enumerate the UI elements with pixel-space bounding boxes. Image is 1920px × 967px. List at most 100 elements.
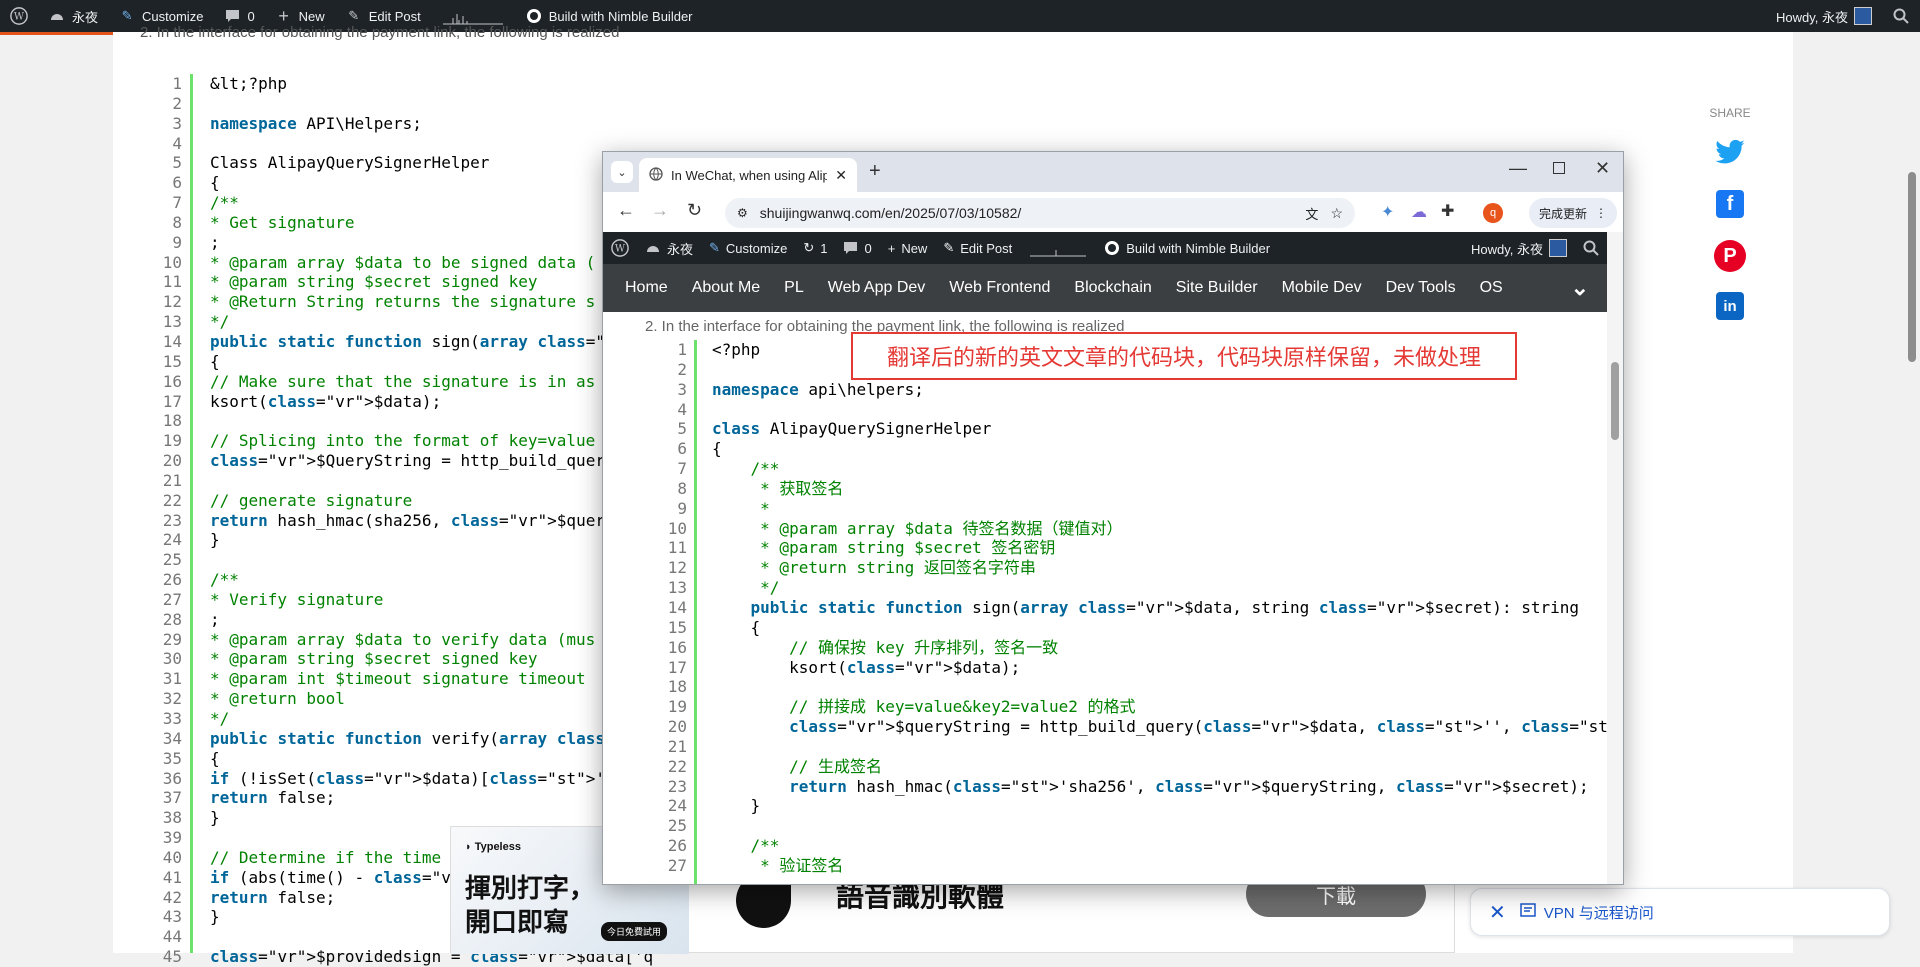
- page-scrollbar[interactable]: [1904, 32, 1920, 953]
- url-text[interactable]: shuijingwanwq.com/en/2025/07/03/10582/: [760, 205, 1022, 221]
- translate-icon[interactable]: 文: [1305, 204, 1318, 223]
- line-number: 24: [667, 796, 687, 816]
- new-tab-button[interactable]: +: [869, 160, 881, 183]
- nav-blockchain[interactable]: Blockchain: [1062, 279, 1163, 297]
- inner-scrollbar-thumb[interactable]: [1611, 362, 1619, 440]
- minimize-button[interactable]: —: [1509, 158, 1527, 179]
- ad-logo: ◗ Typeless: [465, 841, 521, 853]
- forward-button[interactable]: →: [651, 200, 669, 221]
- line-number: 6: [172, 173, 182, 193]
- extensions-button[interactable]: ✚: [1441, 201, 1454, 221]
- line-number: 4: [172, 133, 182, 153]
- tab-strip: ⌄ In WeChat, when using Alipa ✕ + — ✕: [603, 152, 1623, 192]
- line-number: 16: [162, 371, 182, 391]
- nav-expand-icon[interactable]: ⌄: [1571, 275, 1589, 301]
- inner-new-button[interactable]: + New: [880, 241, 936, 256]
- code-line: {: [712, 439, 722, 459]
- line-number: 7: [172, 193, 182, 213]
- tab-close-icon[interactable]: ✕: [835, 167, 847, 184]
- vpn-label[interactable]: VPN 与远程访问: [1544, 902, 1654, 923]
- site-name-button[interactable]: 永夜: [38, 0, 108, 32]
- inner-search-button[interactable]: [1575, 240, 1607, 256]
- nav-web-app-dev[interactable]: Web App Dev: [816, 279, 938, 297]
- inner-wp-logo-button[interactable]: W: [603, 239, 637, 257]
- tab-search-button[interactable]: ⌄: [611, 161, 633, 183]
- wordpress-icon: W: [611, 239, 629, 257]
- sparkline-icon: [1030, 250, 1087, 257]
- code-line: * 验证签名: [712, 855, 844, 875]
- share-label: SHARE: [1709, 106, 1751, 120]
- line-number: 25: [162, 550, 182, 570]
- nav-pl[interactable]: PL: [772, 279, 816, 297]
- line-number: 16: [667, 637, 687, 657]
- close-icon[interactable]: ✕: [1489, 900, 1506, 925]
- line-number: 38: [162, 808, 182, 828]
- line-number: 6: [677, 439, 687, 459]
- inner-customize-button[interactable]: ✎ Customize: [701, 240, 795, 256]
- inner-updates-button[interactable]: ↻ 1: [795, 240, 835, 256]
- wp-logo-button[interactable]: W: [0, 0, 38, 32]
- reload-icon: ↻: [687, 200, 703, 220]
- nav-about-me[interactable]: About Me: [680, 279, 772, 297]
- linkedin-share-button[interactable]: in: [1716, 292, 1744, 320]
- twitter-share-button[interactable]: [1713, 136, 1747, 170]
- inner-scrollbar[interactable]: [1607, 232, 1623, 884]
- line-number: 31: [162, 669, 182, 689]
- my-account-button[interactable]: Howdy, 永夜: [1766, 0, 1882, 32]
- line-number: 33: [162, 709, 182, 728]
- extension-2-button[interactable]: ☁: [1411, 202, 1427, 222]
- browser-tab[interactable]: In WeChat, when using Alipa ✕: [639, 158, 857, 192]
- profile-avatar[interactable]: q: [1483, 203, 1503, 223]
- line-number: 11: [667, 538, 687, 558]
- line-number: 12: [162, 292, 182, 312]
- nav-site-builder[interactable]: Site Builder: [1164, 279, 1270, 297]
- reload-button[interactable]: ↻: [687, 200, 702, 221]
- window-close-button[interactable]: ✕: [1595, 158, 1610, 179]
- inner-site-name-button[interactable]: 永夜: [637, 239, 701, 258]
- update-button[interactable]: 完成更新 ⋮: [1529, 198, 1617, 228]
- line-number: 26: [162, 570, 182, 590]
- line-number: 5: [172, 153, 182, 173]
- vpn-notification[interactable]: ✕ VPN 与远程访问: [1470, 888, 1890, 936]
- line-number: 7: [677, 459, 687, 479]
- inner-edit-post-button[interactable]: ✎ Edit Post: [935, 240, 1020, 256]
- nav-home[interactable]: Home: [603, 279, 680, 297]
- inner-comments-button[interactable]: 0: [835, 241, 879, 256]
- star-icon[interactable]: ☆: [1330, 205, 1343, 222]
- line-number: 45: [162, 947, 182, 967]
- code-line: * @param string $secret 签名密钥: [712, 538, 1056, 558]
- code-line: // 拼接成 key=value&key2=value2 的格式: [712, 697, 1136, 717]
- line-number: 37: [162, 788, 182, 808]
- nav-os[interactable]: OS: [1468, 279, 1515, 297]
- line-number: 43: [162, 907, 182, 927]
- svg-text:W: W: [615, 244, 626, 255]
- line-number: 32: [162, 689, 182, 709]
- annotation-callout: 翻译后的新的英文文章的代码块，代码块原样保留，未做处理: [851, 332, 1517, 380]
- line-number: 10: [162, 252, 182, 272]
- inner-my-account-button[interactable]: Howdy, 永夜: [1463, 239, 1575, 258]
- page-scrollbar-thumb[interactable]: [1908, 172, 1916, 362]
- avatar: [1549, 239, 1567, 257]
- line-number: 1: [677, 340, 687, 359]
- inner-stats-sparkline[interactable]: [1020, 239, 1096, 257]
- search-button[interactable]: [1882, 0, 1920, 32]
- line-number: 44: [162, 927, 182, 947]
- address-bar[interactable]: ⚙ shuijingwanwq.com/en/2025/07/03/10582/…: [725, 198, 1355, 228]
- sparkline-icon: [442, 14, 503, 25]
- back-button[interactable]: ←: [617, 200, 635, 221]
- site-info-icon[interactable]: ⚙: [737, 206, 748, 220]
- nav-mobile-dev[interactable]: Mobile Dev: [1270, 279, 1374, 297]
- line-number: 35: [162, 748, 182, 768]
- nav-web-frontend[interactable]: Web Frontend: [937, 279, 1062, 297]
- pinterest-share-button[interactable]: P: [1714, 240, 1746, 272]
- avatar: [1854, 7, 1872, 25]
- search-icon: [1892, 7, 1910, 25]
- inner-nimble-builder-button[interactable]: Build with Nimble Builder: [1096, 240, 1278, 256]
- nav-dev-tools[interactable]: Dev Tools: [1374, 279, 1468, 297]
- line-number: 12: [667, 558, 687, 578]
- facebook-share-button[interactable]: f: [1716, 190, 1744, 218]
- maximize-button[interactable]: [1553, 162, 1565, 174]
- chevron-down-icon: ⌄: [617, 166, 627, 179]
- extension-1-button[interactable]: ✦: [1381, 202, 1394, 222]
